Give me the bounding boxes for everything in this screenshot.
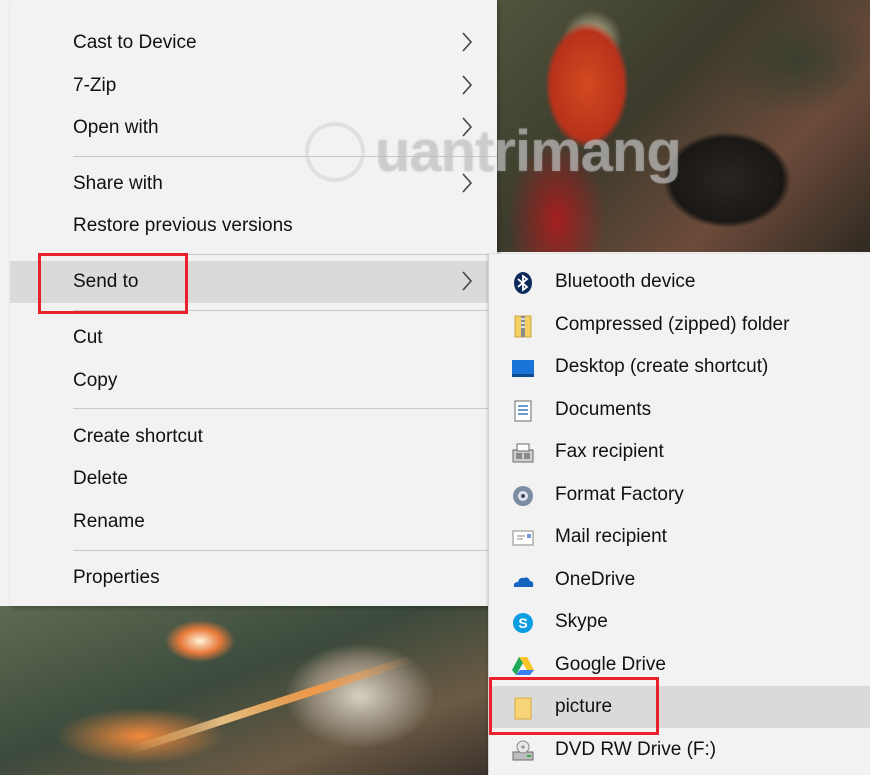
dvd-drive-icon <box>512 740 534 761</box>
background-photo-top <box>497 0 870 252</box>
menu-item-delete[interactable]: Delete <box>10 458 497 500</box>
menu-item-label: Restore previous versions <box>73 215 293 236</box>
menu-item-create-shortcut[interactable]: Create shortcut <box>10 416 497 458</box>
menu-item-label: Create shortcut <box>73 426 203 447</box>
background-photo-bottom <box>0 606 490 775</box>
submenu-item-fax-recipient[interactable]: Fax recipient <box>489 431 870 473</box>
submenu-item-label: DVD RW Drive (F:) <box>555 739 717 760</box>
menu-item-label: Copy <box>73 370 118 391</box>
menu-item-label: Rename <box>73 511 145 532</box>
documents-icon <box>514 400 532 422</box>
menu-item-label: Delete <box>73 468 128 489</box>
menu-item-restore-previous-versions[interactable]: Restore previous versions <box>10 205 497 247</box>
menu-item-rename[interactable]: Rename <box>10 501 497 543</box>
submenu-item-documents[interactable]: Documents <box>489 389 870 431</box>
google-drive-icon <box>512 657 534 675</box>
menu-item-cut[interactable]: Cut <box>10 317 497 359</box>
menu-separator <box>73 156 497 157</box>
fax-icon <box>512 443 534 463</box>
menu-item-share-with[interactable]: Share with <box>10 163 497 205</box>
mail-icon <box>512 530 534 546</box>
onedrive-icon <box>513 577 534 587</box>
menu-separator <box>73 550 497 551</box>
format-factory-icon <box>513 486 533 506</box>
menu-item-label: Cast to Device <box>73 32 197 53</box>
menu-item-properties[interactable]: Properties <box>10 557 497 599</box>
chevron-right-icon <box>462 32 473 52</box>
submenu-item-bluetooth-device[interactable]: Bluetooth device <box>489 261 870 303</box>
menu-item-label: Cut <box>73 327 103 348</box>
menu-item-7zip[interactable]: 7-Zip <box>10 65 497 107</box>
submenu-item-label: Skype <box>555 611 608 632</box>
submenu-item-label: Format Factory <box>555 484 684 505</box>
submenu-item-compressed-folder[interactable]: Compressed (zipped) folder <box>489 304 870 346</box>
chevron-right-icon <box>462 173 473 193</box>
svg-text:S: S <box>518 615 527 631</box>
chevron-right-icon <box>462 117 473 137</box>
menu-item-label: Open with <box>73 117 159 138</box>
submenu-item-label: Desktop (create shortcut) <box>555 356 769 377</box>
submenu-item-label: Compressed (zipped) folder <box>555 314 790 335</box>
submenu-item-dvd-drive[interactable]: DVD RW Drive (F:) <box>489 729 870 771</box>
menu-item-cast-to-device[interactable]: Cast to Device <box>10 22 497 64</box>
menu-item-copy[interactable]: Copy <box>10 360 497 402</box>
skype-icon: S <box>513 613 533 633</box>
submenu-item-label: Fax recipient <box>555 441 664 462</box>
submenu-item-skype[interactable]: S Skype <box>489 601 870 643</box>
submenu-item-onedrive[interactable]: OneDrive <box>489 559 870 601</box>
zip-folder-icon <box>514 315 532 338</box>
menu-separator <box>73 408 497 409</box>
menu-item-label: Properties <box>73 567 160 588</box>
chevron-right-icon <box>462 75 473 95</box>
bluetooth-icon <box>514 272 532 294</box>
desktop-icon <box>512 360 534 377</box>
menu-item-label: Share with <box>73 173 163 194</box>
send-to-highlight <box>38 253 188 314</box>
menu-item-label: 7-Zip <box>73 75 117 96</box>
submenu-item-label: Documents <box>555 399 652 420</box>
submenu-item-mail-recipient[interactable]: Mail recipient <box>489 516 870 558</box>
picture-highlight <box>489 677 659 735</box>
chevron-right-icon <box>462 271 473 291</box>
submenu-item-label: Google Drive <box>555 654 666 675</box>
submenu-item-label: OneDrive <box>555 569 636 590</box>
menu-item-open-with[interactable]: Open with <box>10 107 497 149</box>
submenu-item-label: Bluetooth device <box>555 271 696 292</box>
submenu-item-desktop[interactable]: Desktop (create shortcut) <box>489 346 870 388</box>
submenu-item-label: Mail recipient <box>555 526 667 547</box>
submenu-item-format-factory[interactable]: Format Factory <box>489 474 870 516</box>
